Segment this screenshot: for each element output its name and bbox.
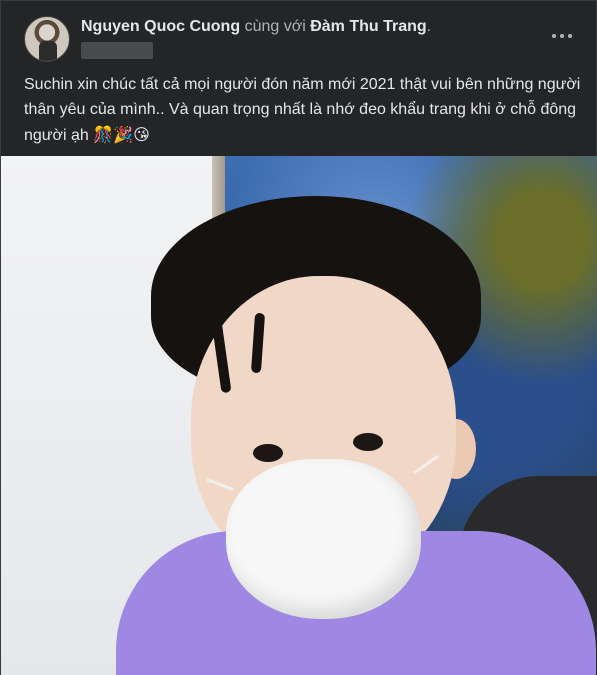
post-title-line: Nguyen Quoc Cuong cùng với Đàm Thu Trang…	[81, 17, 431, 37]
more-options-button[interactable]	[550, 24, 574, 48]
caption-emojis: 🎊🎉😘	[93, 125, 150, 144]
more-dot-icon	[552, 34, 556, 38]
with-text: cùng với	[244, 18, 306, 35]
post-header: Nguyen Quoc Cuong cùng với Đàm Thu Trang…	[1, 1, 597, 67]
author-name-link[interactable]: Nguyen Quoc Cuong	[81, 18, 240, 35]
tagged-name-link[interactable]: Đàm Thu Trang	[310, 18, 426, 35]
face-mask	[226, 459, 421, 619]
baby-eye	[253, 444, 283, 462]
baby-eye	[353, 433, 383, 451]
avatar-figure	[39, 41, 57, 61]
post-caption: Suchin xin chúc tất cả mọi người đón năm…	[24, 72, 584, 148]
more-dot-icon	[560, 34, 564, 38]
post-timestamp-redacted	[81, 42, 153, 59]
author-avatar[interactable]	[24, 16, 70, 62]
title-period: .	[426, 18, 432, 35]
more-dot-icon	[568, 34, 572, 38]
post-card: Nguyen Quoc Cuong cùng với Đàm Thu Trang…	[0, 0, 597, 675]
